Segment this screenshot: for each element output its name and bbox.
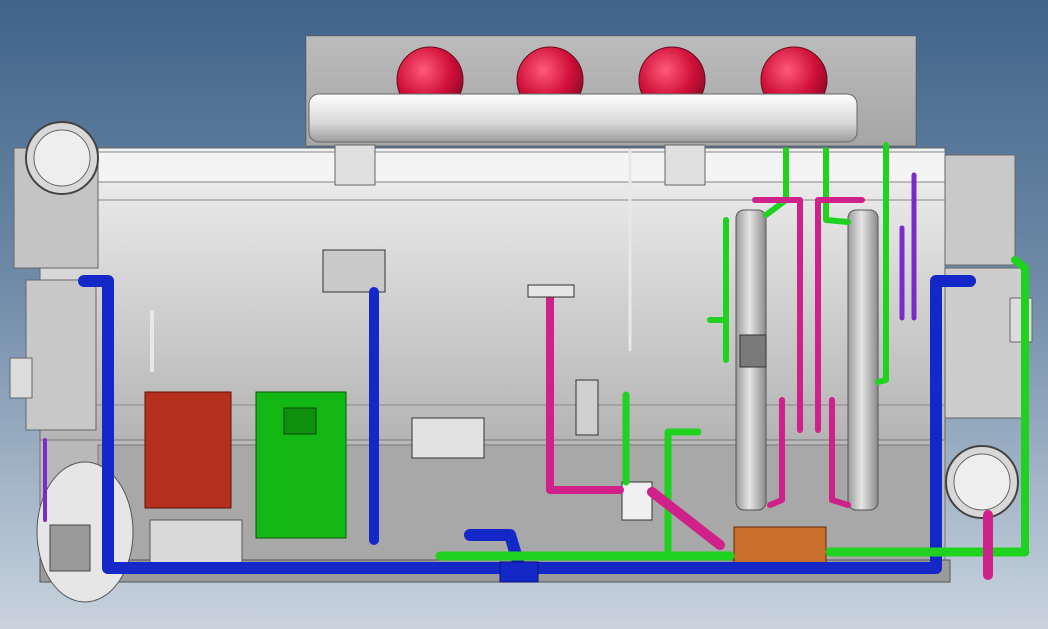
- heat-exchanger-block[interactable]: [733, 526, 827, 564]
- header-drum[interactable]: [308, 93, 858, 143]
- support-saddle: [334, 144, 376, 186]
- cad-viewport[interactable]: [0, 0, 1048, 629]
- green-control-panel[interactable]: [255, 391, 347, 539]
- blue-collector[interactable]: [499, 561, 539, 583]
- float-box[interactable]: [322, 249, 386, 293]
- separator-column[interactable]: [735, 209, 767, 511]
- red-control-panel[interactable]: [144, 391, 232, 509]
- sight-glass-plate[interactable]: [411, 417, 485, 459]
- absorption-chiller-model: [9, 35, 1033, 603]
- separator-column[interactable]: [847, 209, 879, 511]
- main-shell[interactable]: [39, 144, 951, 583]
- pressure-transmitter[interactable]: [621, 481, 653, 521]
- support-saddle: [664, 144, 706, 186]
- gauge-box[interactable]: [575, 379, 599, 436]
- right-waterbox[interactable]: [944, 154, 1033, 519]
- magenta-header[interactable]: [527, 284, 575, 298]
- top-header-vessel[interactable]: [305, 35, 917, 147]
